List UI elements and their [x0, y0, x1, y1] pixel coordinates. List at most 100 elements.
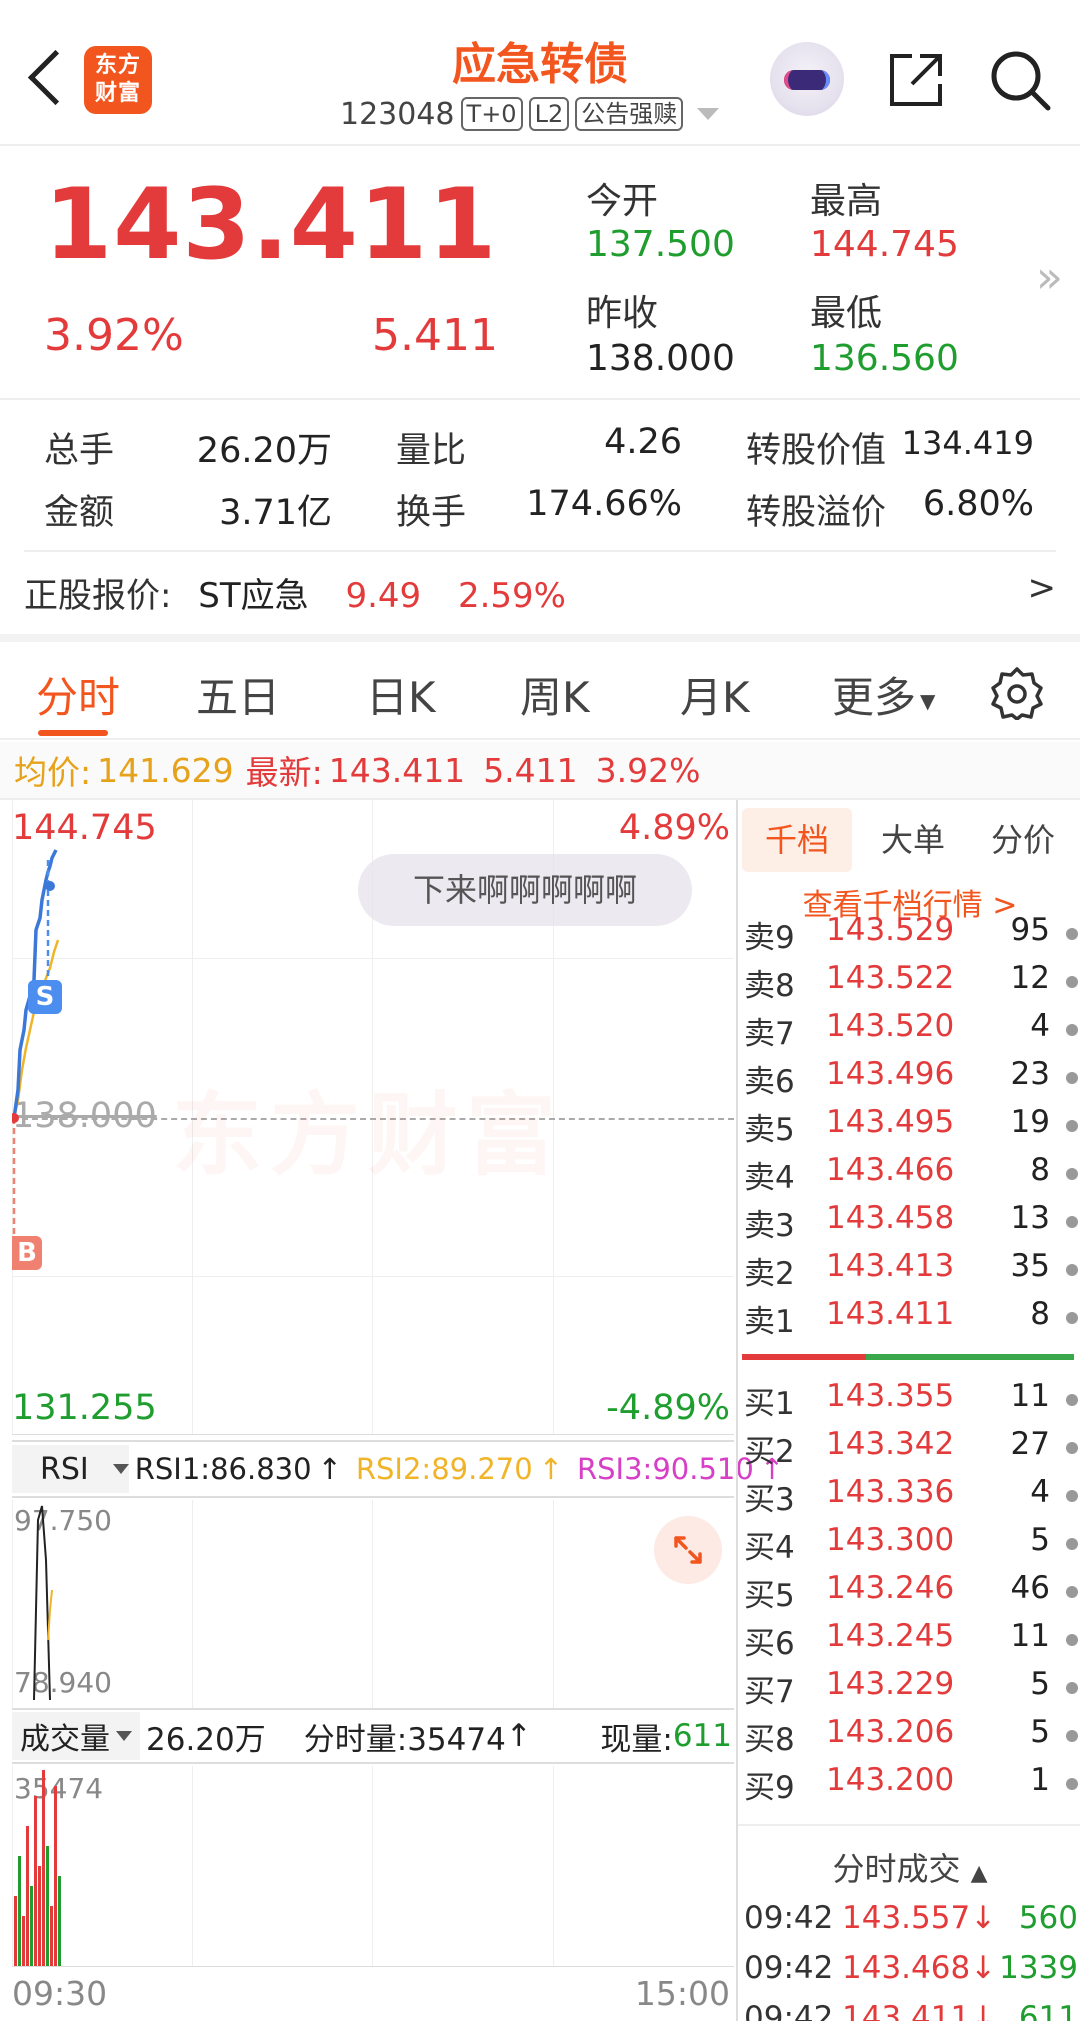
bid-row[interactable]: 买4 143.300 5 — [744, 1522, 1078, 1570]
indicator-select-label: RSI — [40, 1451, 89, 1487]
ask-price: 143.520 — [826, 1008, 955, 1044]
ask-qty: 19 — [1010, 1104, 1050, 1140]
trade-row[interactable]: 09:42 143.468↓ 1339 — [744, 1950, 1080, 1998]
bid-qty: 4 — [1030, 1474, 1050, 1510]
tab-monthly-k[interactable]: 月K — [680, 664, 750, 725]
ask-qty: 35 — [1010, 1248, 1050, 1284]
bid-level: 买6 — [744, 1626, 795, 1662]
tab-thousand-level[interactable]: 千档 — [742, 808, 852, 872]
order-book-panel: 千档 大单 分价 查看千档行情 > 卖9 143.529 95 卖8 143.5… — [736, 800, 1080, 2021]
bid-row[interactable]: 买5 143.246 46 — [744, 1570, 1078, 1618]
intraday-chart[interactable]: 东方财富 144.745 4.89% 138.000 131.255 -4.89… — [12, 800, 784, 2021]
grid-line — [12, 1966, 734, 1967]
ask-qty: 8 — [1030, 1296, 1050, 1332]
time-start: 09:30 — [12, 1974, 108, 2013]
ask-price: 143.466 — [826, 1152, 955, 1188]
underlying-stock-row[interactable]: 正股报价: ST应急 9.49 2.59% > — [24, 568, 1056, 617]
ask-row[interactable]: 卖4 143.466 8 — [744, 1152, 1078, 1200]
amount-label: 金额 — [44, 493, 115, 533]
share-icon[interactable] — [886, 50, 946, 110]
ask-row[interactable]: 卖1 143.411 8 — [744, 1296, 1078, 1344]
row-dot — [1066, 1538, 1078, 1550]
avg-value: 141.629 — [97, 750, 234, 790]
row-dot — [1066, 1682, 1078, 1694]
bid-price: 143.245 — [826, 1618, 955, 1654]
volume-select[interactable]: 成交量 — [12, 1712, 140, 1760]
conv-value-label: 转股价值 — [746, 431, 887, 471]
bid-price: 143.200 — [826, 1762, 955, 1798]
open-label: 今开 — [586, 181, 659, 222]
expand-icon[interactable] — [654, 1516, 722, 1584]
bid-row[interactable]: 买3 143.336 4 — [744, 1474, 1078, 1522]
bid-row[interactable]: 买2 143.342 27 — [744, 1426, 1078, 1474]
volume-bar — [34, 1796, 37, 1966]
last-price: 143.411 — [44, 168, 498, 282]
high-value: 144.745 — [810, 224, 959, 265]
tab-more-label: 更多 — [832, 673, 917, 722]
bid-price: 143.300 — [826, 1522, 955, 1558]
ask-row[interactable]: 卖7 143.520 4 — [744, 1008, 1078, 1056]
tab-weekly-k[interactable]: 周K — [520, 664, 590, 725]
ask-row[interactable]: 卖6 143.496 23 — [744, 1056, 1078, 1104]
search-icon[interactable] — [988, 48, 1052, 112]
ask-row[interactable]: 卖2 143.413 35 — [744, 1248, 1078, 1296]
tab-daily-k[interactable]: 日K — [366, 664, 436, 725]
caret-down-icon: ▼ — [920, 688, 936, 713]
assistant-robot-icon[interactable] — [770, 42, 844, 116]
volume-bar — [26, 1826, 29, 1966]
buy-marker-badge[interactable]: B — [12, 1236, 42, 1270]
volume-now-value: 611 — [672, 1718, 732, 1754]
ask-row[interactable]: 卖5 143.495 19 — [744, 1104, 1078, 1152]
rsi-indicator-bar: RSI RSI1:86.830 ↑ RSI2:89.270 ↑ RSI3:90.51… — [12, 1440, 784, 1498]
bid-row[interactable]: 买9 143.200 1 — [744, 1762, 1078, 1810]
tab-big-orders[interactable]: 大单 — [858, 808, 968, 872]
bid-price: 143.229 — [826, 1666, 955, 1702]
comment-bubble[interactable]: 下来啊啊啊啊啊 — [358, 854, 692, 926]
tag-redeem: 公告强赎 — [575, 97, 684, 131]
trade-row[interactable]: 09:42 143.557↓ 560 — [744, 1900, 1080, 1948]
vol-ratio-value: 4.26 — [604, 422, 682, 462]
tab-price-distribution[interactable]: 分价 — [968, 808, 1078, 872]
expand-quote-icon[interactable]: » — [1036, 252, 1063, 303]
volume-bar — [18, 1856, 21, 1966]
bid-row[interactable]: 买8 143.206 5 — [744, 1714, 1078, 1762]
chevron-down-icon[interactable] — [697, 108, 720, 120]
tab-more[interactable]: 更多 ▼ — [832, 664, 935, 725]
change-amount: 5.411 — [372, 310, 498, 361]
grid-line — [12, 1434, 734, 1435]
ask-level: 卖3 — [744, 1208, 795, 1244]
sell-marker-badge[interactable]: S — [28, 980, 62, 1014]
volume-minute: 分时量:35474 — [303, 1721, 506, 1758]
tab-intraday[interactable]: 分时 — [36, 664, 120, 725]
indicator-select[interactable]: RSI — [12, 1445, 129, 1493]
gear-icon[interactable] — [990, 666, 1044, 720]
row-dot — [1066, 1264, 1078, 1276]
trade-qty: 611 — [1018, 2000, 1078, 2021]
ask-row[interactable]: 卖3 143.458 13 — [744, 1200, 1078, 1248]
marker-dot — [45, 881, 55, 891]
ask-qty: 13 — [1010, 1200, 1050, 1236]
bid-level: 买5 — [744, 1578, 795, 1614]
ask-level: 卖5 — [744, 1112, 795, 1148]
bond-code: 123048 — [340, 96, 455, 132]
bid-row[interactable]: 买6 143.245 11 — [744, 1618, 1078, 1666]
chevron-right-icon[interactable]: > — [1028, 568, 1057, 608]
ask-row[interactable]: 卖8 143.522 12 — [744, 960, 1078, 1008]
bid-row[interactable]: 买7 143.229 5 — [744, 1666, 1078, 1714]
bid-level: 买8 — [744, 1722, 795, 1758]
ask-row[interactable]: 卖9 143.529 95 — [744, 916, 1078, 960]
grid-line — [192, 1500, 193, 1708]
grid-line — [372, 1766, 373, 1966]
bid-row[interactable]: 买1 143.355 11 — [744, 1378, 1078, 1426]
trade-row[interactable]: 09:42 143.411↓ 611 — [744, 2000, 1080, 2021]
rsi2-line — [47, 1589, 53, 1641]
avg-label: 均价: — [14, 753, 92, 792]
ask-price: 143.411 — [826, 1296, 955, 1332]
price-line-chart — [12, 849, 60, 1236]
bond-code-line[interactable]: 123048 T+0 L2 公告强赎 — [340, 94, 720, 134]
tab-five-day[interactable]: 五日 — [196, 664, 280, 725]
up-arrow-icon: ↑ — [505, 1718, 532, 1754]
bid-qty: 1 — [1030, 1762, 1050, 1798]
bid-qty: 11 — [1010, 1618, 1050, 1654]
trades-header[interactable]: 分时成交 ▲ — [738, 1844, 1080, 1890]
